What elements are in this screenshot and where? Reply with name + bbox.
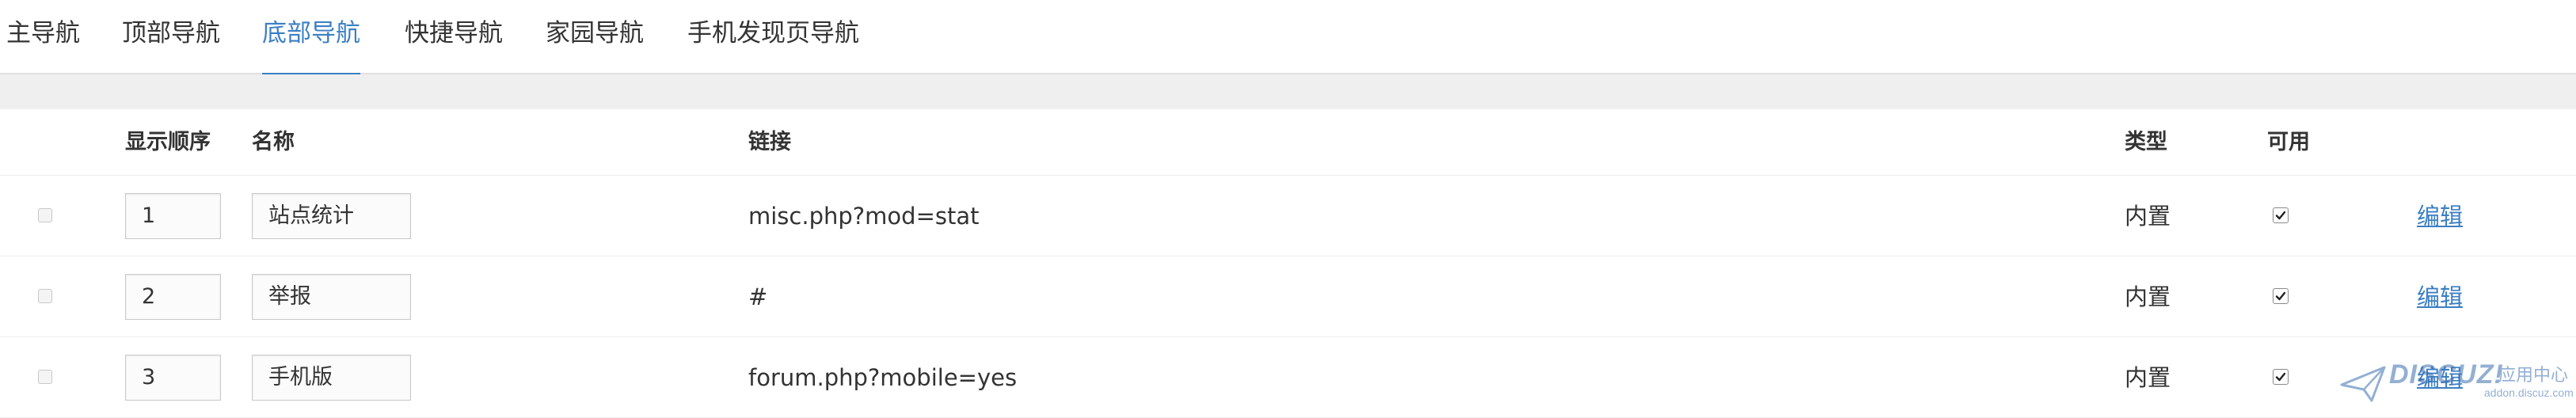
type-text: 内置 [2125,283,2171,310]
name-input[interactable]: 举报 [252,274,411,320]
tab-footer-nav[interactable]: 底部导航 [262,0,360,76]
tab-home-nav[interactable]: 家园导航 [546,0,644,74]
tab-main-nav[interactable]: 主导航 [6,0,80,74]
header-link: 链接 [748,130,791,154]
checkmark-icon [2275,372,2286,382]
tab-top-nav[interactable]: 顶部导航 [122,0,220,74]
header-order: 显示顺序 [125,130,211,154]
row-select-checkbox[interactable] [38,208,52,222]
checkmark-icon [2275,211,2286,220]
table-row: 3 手机版 forum.php?mobile=yes 内置 编辑 [0,337,2576,418]
checkmark-icon [2275,291,2286,301]
type-text: 内置 [2125,203,2171,230]
tab-mobile-discover-nav[interactable]: 手机发现页导航 [687,0,859,74]
link-text: # [748,283,768,310]
order-input[interactable]: 3 [125,355,221,401]
link-text: forum.php?mobile=yes [748,364,1018,391]
table-row: 2 举报 # 内置 编辑 [0,256,2576,337]
order-input[interactable]: 2 [125,274,221,320]
name-input[interactable]: 站点统计 [252,193,411,239]
order-input[interactable]: 1 [125,193,221,239]
edit-link[interactable]: 编辑 [2417,176,2463,256]
table-header: 显示顺序 名称 链接 类型 可用 [0,109,2576,176]
nav-tabs: 主导航 顶部导航 底部导航 快捷导航 家园导航 手机发现页导航 [0,0,2576,76]
header-name: 名称 [252,130,295,154]
type-text: 内置 [2125,364,2171,391]
row-select-checkbox[interactable] [38,370,52,384]
edit-link[interactable]: 编辑 [2417,256,2463,337]
row-select-checkbox[interactable] [38,289,52,303]
table-row: 1 站点统计 misc.php?mod=stat 内置 编辑 [0,176,2576,256]
enabled-checkbox[interactable] [2273,288,2289,304]
name-input[interactable]: 手机版 [252,355,411,401]
header-enabled: 可用 [2267,130,2310,154]
header-type: 类型 [2125,130,2167,154]
link-text: misc.php?mod=stat [748,203,980,230]
enabled-checkbox[interactable] [2273,369,2289,385]
edit-link[interactable]: 编辑 [2417,337,2463,418]
enabled-checkbox[interactable] [2273,207,2289,223]
table-top-band [0,74,2576,109]
tab-quick-nav[interactable]: 快捷导航 [405,0,503,74]
